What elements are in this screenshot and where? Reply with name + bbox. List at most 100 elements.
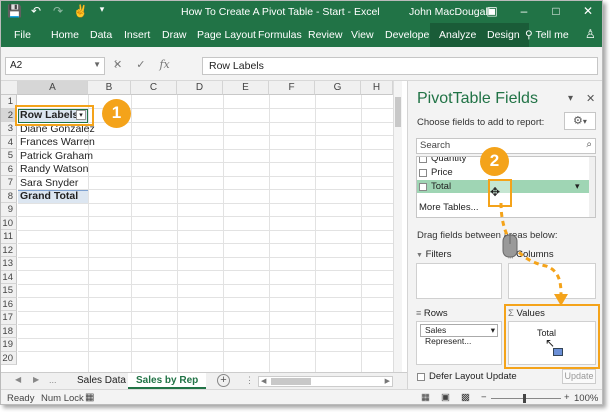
values-drop-area[interactable]: Total ↖ — [508, 321, 596, 365]
tab-home[interactable]: Home — [51, 29, 79, 41]
row-header[interactable]: 17 — [1, 311, 17, 325]
column-header-h[interactable]: H — [361, 81, 393, 95]
row-header[interactable]: 7 — [1, 176, 17, 190]
zoom-slider-track[interactable] — [491, 398, 561, 399]
column-header-g[interactable]: G — [315, 81, 361, 95]
rows-drop-area[interactable]: Sales Represent... ▾ — [416, 321, 502, 365]
row-header[interactable]: 14 — [1, 270, 17, 284]
scroll-right-icon[interactable]: ▶ — [385, 377, 390, 385]
row-header[interactable]: 19 — [1, 338, 17, 352]
row-header[interactable]: 20 — [1, 351, 17, 365]
tab-draw[interactable]: Draw — [162, 29, 187, 41]
tab-file[interactable]: File — [14, 29, 31, 41]
row-header[interactable]: 5 — [1, 149, 17, 163]
row-header[interactable]: 12 — [1, 243, 17, 257]
customize-qat-icon[interactable]: ▾ — [95, 4, 109, 18]
sheet-more-icon[interactable]: ... — [49, 375, 57, 385]
tab-developer[interactable]: Developer — [385, 29, 433, 41]
enter-icon[interactable]: ✓ — [136, 58, 145, 71]
sheet-prev-icon[interactable]: ◀ — [15, 375, 21, 384]
row-header[interactable]: 10 — [1, 216, 17, 230]
name-box[interactable]: A2 ▼ — [5, 57, 105, 75]
tab-view[interactable]: View — [351, 29, 374, 41]
chevron-down-icon[interactable]: ▾ — [491, 325, 495, 336]
row-header[interactable]: 8 — [1, 189, 17, 203]
field-item-price[interactable]: Price — [419, 167, 453, 179]
new-sheet-button[interactable]: + — [217, 374, 230, 387]
tools-button[interactable]: ⚙▾ — [564, 112, 596, 130]
tab-split-grip-icon[interactable]: ⋮ — [245, 375, 254, 386]
more-tables-link[interactable]: More Tables... — [419, 202, 479, 214]
tab-data[interactable]: Data — [90, 29, 112, 41]
checkbox[interactable] — [419, 169, 427, 177]
row-header[interactable]: 9 — [1, 203, 17, 217]
close-button[interactable]: ✕ — [572, 1, 602, 23]
row-header[interactable]: 4 — [1, 135, 17, 149]
zoom-slider-thumb[interactable] — [523, 394, 526, 403]
field-item-quantity[interactable]: Quantity — [419, 157, 466, 165]
cell-a4[interactable]: Frances Warren — [20, 136, 95, 149]
horizontal-scrollbar-thumb[interactable] — [271, 378, 311, 385]
rows-field-chip[interactable]: Sales Represent... ▾ — [420, 324, 498, 346]
zoom-out-button[interactable]: − — [481, 392, 487, 403]
filters-drop-area[interactable] — [416, 263, 502, 299]
checkbox[interactable] — [419, 183, 427, 191]
cell-a6[interactable]: Randy Watson — [20, 163, 88, 176]
field-dropdown-icon[interactable]: ▾ — [575, 181, 580, 192]
account-icon[interactable]: ♙ — [585, 27, 596, 41]
vertical-scrollbar-thumb[interactable] — [395, 97, 401, 127]
column-header-e[interactable]: E — [223, 81, 269, 95]
horizontal-scrollbar[interactable]: ◀ ▶ — [258, 376, 393, 387]
select-all-corner[interactable] — [1, 81, 18, 95]
cell-a5[interactable]: Patrick Graham — [20, 150, 93, 163]
tell-me-box[interactable]: ⚲ Tell me — [525, 29, 569, 41]
sheet-tab-sales-by-rep[interactable]: Sales by Rep — [128, 373, 207, 389]
vertical-scrollbar[interactable] — [393, 81, 402, 372]
macro-record-icon[interactable]: ▦ — [85, 392, 94, 403]
row-header[interactable]: 6 — [1, 162, 17, 176]
tab-page-layout[interactable]: Page Layout — [197, 29, 256, 41]
field-search-input[interactable]: Search ⌕ — [416, 138, 596, 154]
tab-design[interactable]: Design — [478, 23, 529, 47]
sheet-next-icon[interactable]: ▶ — [33, 375, 39, 384]
column-header-a[interactable]: A — [18, 81, 88, 95]
name-box-dropdown-icon[interactable]: ▼ — [93, 60, 101, 69]
page-break-view-icon[interactable]: ▩ — [461, 392, 470, 403]
field-list-scrollbar[interactable] — [589, 157, 595, 217]
ribbon-display-options-button[interactable]: ▣ — [476, 1, 508, 23]
checkbox[interactable] — [419, 157, 427, 163]
row-header[interactable]: 13 — [1, 257, 17, 271]
column-header-f[interactable]: F — [269, 81, 315, 95]
save-icon[interactable]: 💾 — [7, 4, 22, 18]
row-header[interactable]: 16 — [1, 297, 17, 311]
cell-a7[interactable]: Sara Snyder — [20, 177, 78, 190]
scroll-left-icon[interactable]: ◀ — [261, 377, 266, 385]
row-header[interactable]: 15 — [1, 284, 17, 298]
pane-collapse-icon[interactable]: ▾ — [568, 93, 573, 104]
checkbox[interactable] — [417, 372, 425, 381]
redo-icon[interactable]: ↷ — [51, 4, 65, 18]
sheet-tab-sales-data[interactable]: Sales Data — [69, 373, 134, 389]
worksheet-grid[interactable]: A B C D E F G H 1 2 3 4 5 6 7 8 9 10 11 … — [1, 81, 401, 372]
minimize-button[interactable]: – — [508, 1, 540, 23]
tab-review[interactable]: Review — [308, 29, 342, 41]
column-header-d[interactable]: D — [177, 81, 223, 95]
page-layout-view-icon[interactable]: ▣ — [441, 392, 450, 403]
field-item-total[interactable]: Total — [419, 181, 451, 193]
defer-layout-update[interactable]: Defer Layout Update — [417, 371, 517, 382]
column-header-b[interactable]: B — [88, 81, 131, 95]
zoom-in-button[interactable]: + — [564, 392, 570, 403]
insert-function-icon[interactable]: fx — [159, 58, 169, 71]
maximize-button[interactable]: □ — [540, 1, 572, 23]
undo-icon[interactable]: ↶ — [29, 4, 43, 18]
update-button[interactable]: Update — [562, 369, 596, 384]
tab-formulas[interactable]: Formulas — [258, 29, 302, 41]
cancel-icon[interactable]: ✕ — [113, 58, 122, 71]
touch-mode-icon[interactable]: ✌ — [73, 4, 88, 18]
zoom-level[interactable]: 100% — [574, 393, 598, 404]
formula-input[interactable]: Row Labels — [202, 57, 598, 75]
pane-close-button[interactable]: ✕ — [586, 92, 595, 105]
normal-view-icon[interactable]: ▦ — [421, 392, 430, 403]
column-header-c[interactable]: C — [131, 81, 177, 95]
cell-a8-grand-total[interactable]: Grand Total — [20, 190, 78, 203]
